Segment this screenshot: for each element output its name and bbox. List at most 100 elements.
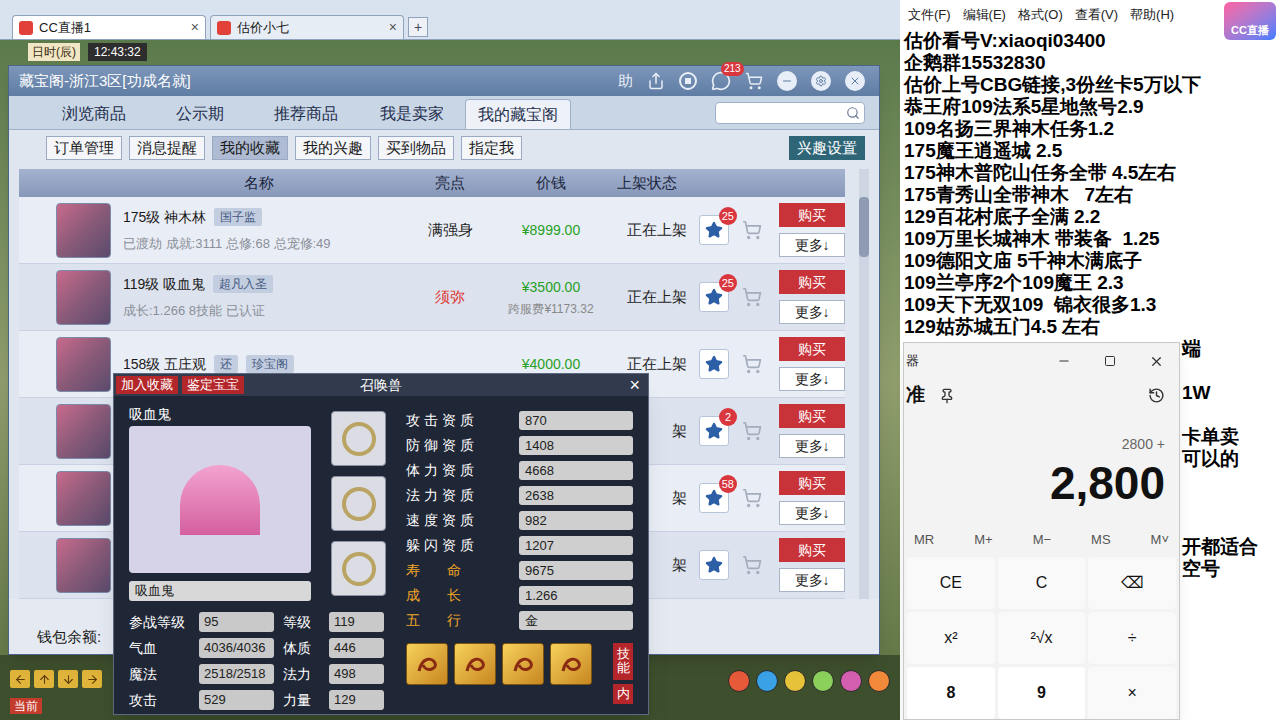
calculator-key[interactable]: 8 — [907, 667, 995, 719]
cart-button[interactable] — [737, 282, 767, 312]
keep-on-top-icon[interactable] — [939, 388, 955, 404]
cbg-tab[interactable]: 浏览商品 — [41, 99, 147, 129]
listing-row[interactable]: 175级 神木林国子监已渡劫 成就:3111 总修:68 总宠修:49满强身¥8… — [19, 197, 845, 264]
scrollbar-thumb[interactable] — [859, 197, 869, 257]
cart-icon[interactable] — [745, 72, 763, 90]
equipment-slot[interactable] — [331, 476, 386, 531]
game-menu-icon[interactable] — [756, 670, 778, 692]
scrollbar[interactable] — [859, 169, 869, 599]
cbg-subtab[interactable]: 消息提醒 — [129, 136, 205, 160]
more-button[interactable]: 更多↓ — [779, 300, 845, 324]
memory-button[interactable]: M− — [1033, 530, 1051, 550]
close-button[interactable] — [845, 71, 865, 91]
close-button[interactable] — [1133, 343, 1179, 379]
game-menu-icon[interactable] — [728, 670, 750, 692]
cbg-tab[interactable]: 我的藏宝阁 — [465, 99, 571, 129]
cart-button[interactable] — [737, 215, 767, 245]
equipment-slot[interactable] — [331, 541, 386, 596]
menu-item[interactable]: 文件(F) — [908, 5, 951, 25]
share-icon[interactable] — [647, 72, 665, 90]
calculator-mode[interactable]: 准 — [906, 381, 925, 410]
game-menu-icon[interactable] — [812, 670, 834, 692]
calculator-key[interactable]: ⌫ — [1088, 557, 1176, 609]
listing-row[interactable]: 119级 吸血鬼超凡入圣成长:1.266 8技能 已认证须弥¥3500.00跨服… — [19, 264, 845, 331]
cart-button[interactable] — [737, 416, 767, 446]
buy-button[interactable]: 购买 — [779, 538, 845, 562]
cart-button[interactable] — [737, 349, 767, 379]
favorite-button[interactable] — [699, 550, 729, 580]
calculator-key[interactable]: ÷ — [1088, 612, 1176, 664]
cbg-subtab[interactable]: 买到物品 — [378, 136, 454, 160]
more-button[interactable]: 更多↓ — [779, 233, 845, 257]
inner-tab[interactable]: 内 — [613, 684, 633, 704]
favorite-button[interactable]: 2 — [699, 416, 729, 446]
buy-button[interactable]: 购买 — [779, 270, 845, 294]
game-menu-icon[interactable] — [868, 670, 890, 692]
calculator-key[interactable]: C — [998, 557, 1086, 609]
favorite-button[interactable]: 25 — [699, 282, 729, 312]
message-button[interactable]: 213 — [711, 71, 731, 91]
cart-button[interactable] — [737, 483, 767, 513]
memory-button[interactable]: MS — [1091, 530, 1111, 550]
buy-button[interactable]: 购买 — [779, 337, 845, 361]
menu-item[interactable]: 格式(O) — [1018, 5, 1063, 25]
skill-icon[interactable] — [454, 643, 496, 685]
maximize-button[interactable] — [1087, 343, 1133, 379]
more-button[interactable]: 更多↓ — [779, 501, 845, 525]
memory-button[interactable]: M+ — [974, 530, 992, 550]
favorite-button[interactable]: 58 — [699, 483, 729, 513]
buy-button[interactable]: 购买 — [779, 471, 845, 495]
arrow-button[interactable] — [10, 670, 30, 688]
minimize-button[interactable] — [1041, 343, 1087, 379]
favorite-button[interactable] — [699, 349, 729, 379]
listing-name[interactable]: 175级 神木林 — [123, 207, 206, 228]
interest-settings-button[interactable]: 兴趣设置 — [789, 136, 865, 160]
calculator-key[interactable]: CE — [907, 557, 995, 609]
listing-name[interactable]: 119级 吸血鬼 — [123, 274, 205, 295]
cbg-subtab[interactable]: 订单管理 — [46, 136, 122, 160]
add-favorite-button[interactable]: 加入收藏 — [116, 376, 178, 394]
minimize-button[interactable] — [777, 71, 797, 91]
stop-icon[interactable] — [679, 72, 697, 90]
calculator-key[interactable]: × — [1088, 667, 1176, 719]
cbg-tab[interactable]: 我是卖家 — [359, 99, 465, 129]
game-menu-icon[interactable] — [784, 670, 806, 692]
calculator-key[interactable]: 9 — [998, 667, 1086, 719]
memory-button[interactable]: M˅ — [1151, 530, 1169, 550]
buy-button[interactable]: 购买 — [779, 404, 845, 428]
tab-close[interactable]: × — [389, 17, 397, 38]
browser-tab[interactable]: 估价小七× — [210, 15, 404, 39]
cart-button[interactable] — [737, 550, 767, 580]
arrow-button[interactable] — [82, 670, 102, 688]
settings-button[interactable] — [811, 71, 831, 91]
history-icon[interactable] — [1148, 387, 1165, 404]
skills-tab[interactable]: 技能 — [613, 643, 633, 680]
more-button[interactable]: 更多↓ — [779, 367, 845, 391]
cbg-subtab[interactable]: 我的兴趣 — [295, 136, 371, 160]
calculator-key[interactable]: ²√x — [998, 612, 1086, 664]
game-menu-icon[interactable] — [840, 670, 862, 692]
more-button[interactable]: 更多↓ — [779, 568, 845, 592]
equipment-slot[interactable] — [331, 411, 386, 466]
skill-icon[interactable] — [502, 643, 544, 685]
skill-icon[interactable] — [550, 643, 592, 685]
buy-button[interactable]: 购买 — [779, 203, 845, 227]
favorite-button[interactable]: 25 — [699, 215, 729, 245]
menu-item[interactable]: 编辑(E) — [963, 5, 1006, 25]
cbg-subtab[interactable]: 我的收藏 — [212, 136, 288, 160]
help-button[interactable]: 助 — [618, 70, 633, 93]
new-tab-button[interactable]: + — [408, 17, 428, 37]
memory-button[interactable]: MR — [914, 530, 934, 550]
menu-item[interactable]: 帮助(H) — [1130, 5, 1174, 25]
browser-tab[interactable]: CC直播1× — [12, 15, 206, 39]
menu-item[interactable]: 查看(V) — [1075, 5, 1118, 25]
arrow-button[interactable] — [34, 670, 54, 688]
arrow-button[interactable] — [58, 670, 78, 688]
cbg-subtab[interactable]: 指定我 — [461, 136, 522, 160]
listing-name[interactable]: 158级 五庄观 — [123, 354, 206, 375]
channel-button[interactable]: 当前 — [10, 698, 42, 714]
appraise-button[interactable]: 鉴定宝宝 — [182, 376, 244, 394]
cbg-tab[interactable]: 推荐商品 — [253, 99, 359, 129]
calculator-key[interactable]: x² — [907, 612, 995, 664]
pet-panel-close[interactable]: × — [629, 376, 646, 394]
